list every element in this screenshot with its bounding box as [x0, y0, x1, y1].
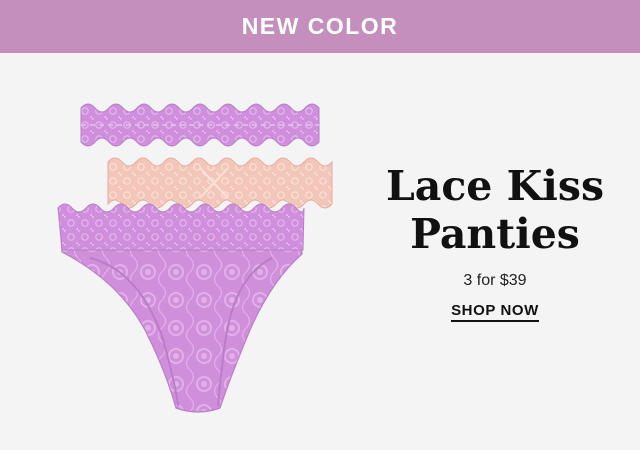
product-image[interactable] — [50, 90, 350, 430]
lilac-lace-brief — [57, 203, 305, 413]
headline-line-2: Panties — [410, 210, 580, 258]
price-offer: 3 for $39 — [463, 272, 527, 289]
product-headline: Lace Kiss Panties — [380, 162, 610, 258]
shop-now-link[interactable]: SHOP NOW — [451, 302, 539, 322]
promo-panel: Lace Kiss Panties 3 for $39 SHOP NOW — [380, 162, 610, 322]
banner-label: NEW COLOR — [241, 13, 399, 39]
headline-line-1: Lace Kiss — [385, 162, 605, 210]
lilac-lace-band — [80, 103, 320, 147]
new-color-banner: NEW COLOR — [0, 0, 640, 53]
lace-panties-illustration — [57, 103, 333, 413]
blush-lace-band — [107, 157, 333, 209]
